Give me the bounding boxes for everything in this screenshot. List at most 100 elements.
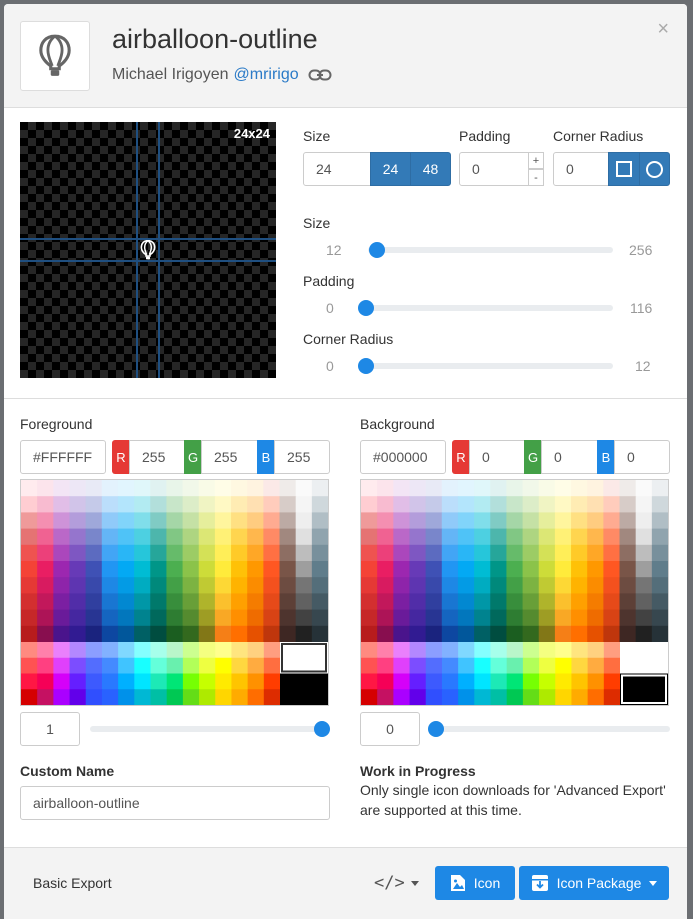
color-swatch[interactable] — [490, 625, 508, 643]
color-swatch[interactable] — [166, 480, 184, 497]
color-swatch[interactable] — [101, 609, 119, 627]
color-swatch[interactable] — [425, 673, 443, 690]
background-opacity-thumb[interactable] — [428, 721, 444, 737]
color-swatch[interactable] — [555, 657, 573, 675]
color-swatch[interactable] — [619, 609, 637, 627]
color-swatch[interactable] — [166, 642, 184, 659]
square-corner-button[interactable] — [608, 152, 640, 186]
color-swatch[interactable] — [247, 689, 265, 705]
color-swatch[interactable] — [311, 496, 328, 513]
black-swatch[interactable] — [280, 673, 328, 706]
color-swatch[interactable] — [182, 480, 200, 497]
color-swatch[interactable] — [409, 512, 427, 530]
color-swatch[interactable] — [619, 544, 637, 562]
color-swatch[interactable] — [182, 673, 200, 690]
color-swatch[interactable] — [474, 544, 491, 562]
color-swatch[interactable] — [490, 593, 508, 611]
color-swatch[interactable] — [425, 512, 443, 530]
color-swatch[interactable] — [457, 496, 475, 513]
color-swatch[interactable] — [539, 673, 556, 690]
color-swatch[interactable] — [150, 480, 168, 497]
color-swatch[interactable] — [587, 609, 604, 627]
color-swatch[interactable] — [425, 657, 443, 675]
color-swatch[interactable] — [361, 512, 378, 530]
white-swatch[interactable] — [620, 642, 668, 674]
color-swatch[interactable] — [134, 544, 151, 562]
color-swatch[interactable] — [554, 496, 572, 513]
color-swatch[interactable] — [539, 642, 556, 659]
color-swatch[interactable] — [361, 642, 378, 659]
color-swatch[interactable] — [409, 673, 427, 690]
color-swatch[interactable] — [247, 496, 264, 513]
color-swatch[interactable] — [214, 512, 232, 530]
color-swatch[interactable] — [361, 689, 378, 705]
color-swatch[interactable] — [587, 544, 604, 562]
color-swatch[interactable] — [198, 512, 216, 530]
color-swatch[interactable] — [393, 480, 411, 497]
color-swatch[interactable] — [263, 673, 281, 690]
color-swatch[interactable] — [279, 528, 297, 546]
color-swatch[interactable] — [37, 496, 54, 513]
foreground-b-input[interactable]: 255 — [274, 440, 330, 474]
foreground-opacity-thumb[interactable] — [314, 721, 330, 737]
color-swatch[interactable] — [182, 642, 200, 659]
color-swatch[interactable] — [117, 593, 135, 611]
color-swatch[interactable] — [118, 642, 135, 659]
color-swatch[interactable] — [603, 577, 621, 594]
custom-name-input[interactable]: airballoon-outline — [20, 786, 330, 820]
color-swatch[interactable] — [603, 528, 621, 546]
color-swatch[interactable] — [182, 544, 200, 562]
color-swatch[interactable] — [441, 609, 459, 627]
color-swatch[interactable] — [182, 496, 200, 513]
color-swatch[interactable] — [53, 625, 71, 643]
color-swatch[interactable] — [311, 544, 328, 562]
color-swatch[interactable] — [506, 544, 524, 562]
color-swatch[interactable] — [247, 561, 264, 578]
color-swatch[interactable] — [587, 512, 604, 530]
color-swatch[interactable] — [214, 609, 232, 627]
color-swatch[interactable] — [539, 689, 556, 705]
color-swatch[interactable] — [361, 609, 378, 627]
color-swatch[interactable] — [587, 657, 605, 675]
size-24-button[interactable]: 24 — [370, 152, 411, 186]
color-swatch[interactable] — [214, 480, 232, 497]
color-swatch[interactable] — [263, 544, 281, 562]
color-swatch[interactable] — [166, 657, 184, 675]
foreground-r-input[interactable]: 255 — [129, 440, 185, 474]
color-swatch[interactable] — [522, 609, 540, 627]
color-swatch[interactable] — [118, 689, 135, 705]
color-swatch[interactable] — [571, 496, 588, 513]
color-swatch[interactable] — [53, 593, 71, 611]
color-swatch[interactable] — [409, 689, 427, 705]
color-swatch[interactable] — [554, 625, 572, 643]
color-swatch[interactable] — [506, 657, 524, 675]
color-swatch[interactable] — [361, 561, 378, 578]
background-hex-input[interactable]: #000000 — [360, 440, 446, 474]
color-swatch[interactable] — [85, 544, 103, 562]
color-swatch[interactable] — [279, 577, 297, 594]
color-swatch[interactable] — [603, 512, 621, 530]
color-swatch[interactable] — [457, 512, 475, 530]
color-swatch[interactable] — [279, 609, 297, 627]
color-swatch[interactable] — [554, 528, 572, 546]
color-swatch[interactable] — [101, 544, 119, 562]
color-swatch[interactable] — [134, 689, 152, 705]
color-swatch[interactable] — [231, 673, 249, 690]
color-swatch[interactable] — [651, 625, 668, 643]
color-swatch[interactable] — [441, 673, 459, 690]
color-swatch[interactable] — [101, 496, 119, 513]
color-swatch[interactable] — [571, 480, 588, 497]
foreground-g-input[interactable]: 255 — [201, 440, 258, 474]
color-swatch[interactable] — [53, 544, 71, 562]
color-swatch[interactable] — [457, 609, 475, 627]
color-swatch[interactable] — [474, 673, 492, 690]
color-swatch[interactable] — [263, 577, 281, 594]
color-swatch[interactable] — [295, 512, 313, 530]
color-swatch[interactable] — [538, 561, 556, 578]
color-swatch[interactable] — [651, 544, 668, 562]
color-swatch[interactable] — [441, 577, 459, 594]
color-swatch[interactable] — [247, 609, 264, 627]
color-swatch[interactable] — [538, 480, 556, 497]
color-swatch[interactable] — [587, 480, 604, 497]
color-swatch[interactable] — [263, 593, 281, 611]
